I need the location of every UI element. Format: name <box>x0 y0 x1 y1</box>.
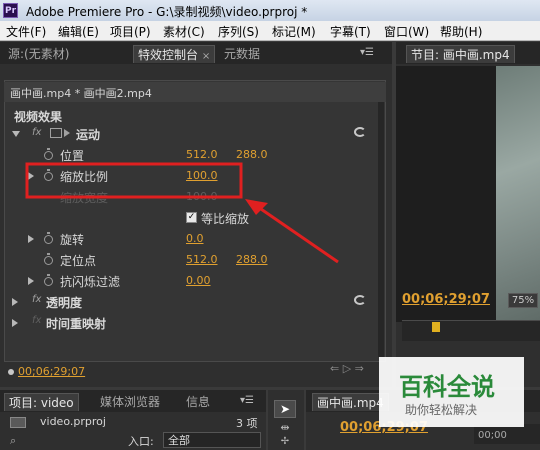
watermark-title: 百科全说 <box>399 373 495 401</box>
entry-select[interactable]: 全部 <box>163 432 261 448</box>
entry-label: 入口: <box>128 435 154 448</box>
tab-timeline-sequence[interactable]: 画中画.mp4 <box>312 393 389 411</box>
program-timecode[interactable]: 00;06;29;07 <box>402 292 490 307</box>
highlight-box <box>25 162 243 199</box>
playhead-icon[interactable] <box>432 322 440 332</box>
program-ruler[interactable] <box>402 320 540 341</box>
tab-info[interactable]: 信息 <box>186 393 210 411</box>
tab-program[interactable]: 节目: 画中画.mp4 <box>406 45 515 63</box>
project-file-icon <box>10 417 26 428</box>
selection-tool-icon[interactable]: ➤ <box>274 400 296 418</box>
project-file-name: video.prproj <box>40 415 106 428</box>
timeline-ruler-label: 00;00 <box>478 430 507 441</box>
search-icon[interactable]: ⌕ <box>10 434 16 448</box>
tab-media-browser[interactable]: 媒体浏览器 <box>100 393 160 411</box>
zoom-select[interactable]: 75% <box>508 293 538 308</box>
track-select-tool-icon[interactable]: ⇹ <box>274 421 296 435</box>
tab-project[interactable]: 项目: video <box>4 393 79 411</box>
program-monitor-panel: 节目: 画中画.mp4 00;06;29;07 75% <box>396 42 540 387</box>
ripple-edit-tool-icon[interactable]: ✢ <box>274 436 296 448</box>
tools-panel: ➤ ⇹ ✢ <box>268 390 304 450</box>
project-tabbar: 项目: video 媒体浏览器 信息 ▾☰ <box>0 390 266 412</box>
panel-menu-icon[interactable]: ▾☰ <box>240 395 254 406</box>
annotation-arrow-line <box>257 205 339 264</box>
project-panel: 项目: video 媒体浏览器 信息 ▾☰ video.prproj 3 项 ⌕… <box>0 390 266 450</box>
project-item-count: 3 项 <box>236 417 258 430</box>
video-frame-letterbox <box>396 66 496 322</box>
watermark: 百科全说 助你轻松解决 <box>379 357 524 427</box>
video-frame <box>496 66 540 322</box>
watermark-subtitle: 助你轻松解决 <box>405 403 478 417</box>
program-tabbar: 节目: 画中画.mp4 <box>396 42 540 64</box>
